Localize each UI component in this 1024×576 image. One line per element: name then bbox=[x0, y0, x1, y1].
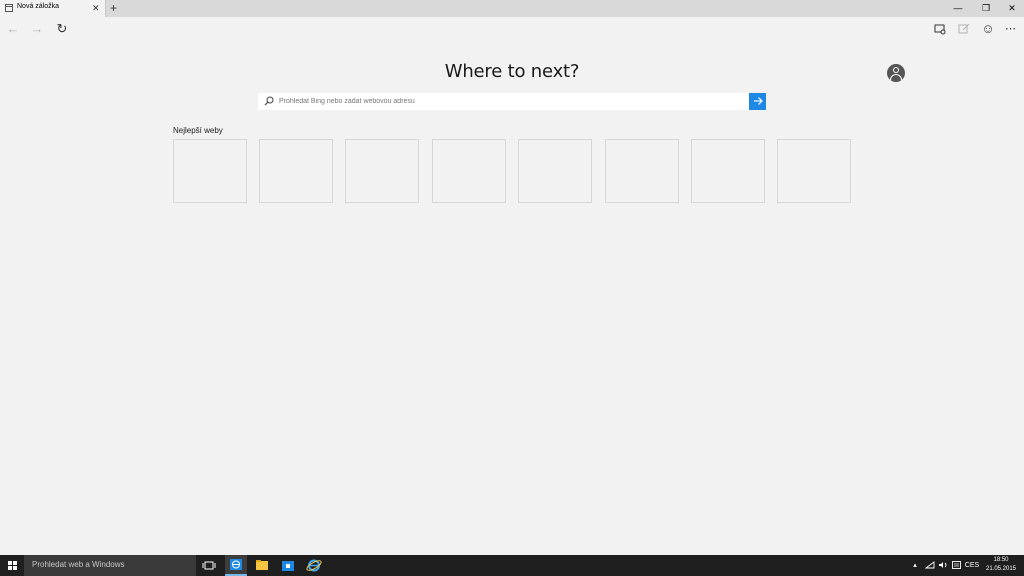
top-site-tile[interactable] bbox=[173, 139, 247, 203]
top-site-tile[interactable] bbox=[777, 139, 851, 203]
top-site-tile[interactable] bbox=[345, 139, 419, 203]
search-icon bbox=[264, 96, 274, 106]
more-actions-icon[interactable]: ⋯ bbox=[1000, 20, 1022, 38]
store-bag-icon bbox=[282, 561, 294, 571]
network-icon[interactable] bbox=[924, 555, 936, 576]
feedback-smiley-icon[interactable]: ☺ bbox=[977, 20, 999, 38]
close-window-button[interactable]: ✕ bbox=[998, 0, 1024, 17]
navigation-bar: ← → ↻ ☺ ⋯ bbox=[0, 17, 1024, 41]
avatar-body bbox=[890, 74, 902, 82]
taskbar-store[interactable] bbox=[277, 555, 299, 576]
tab-title: Nová záložka bbox=[17, 3, 60, 10]
task-view-icon bbox=[202, 561, 216, 570]
tab-new-tab[interactable]: Nová záložka ✕ bbox=[0, 0, 106, 17]
start-button[interactable] bbox=[0, 555, 24, 576]
windows-logo-part bbox=[13, 566, 17, 570]
taskbar-search[interactable]: Prohledat web a Windows bbox=[24, 555, 196, 576]
search-input[interactable] bbox=[279, 94, 739, 109]
forward-arrow-icon[interactable]: → bbox=[26, 20, 48, 38]
windows-logo-part bbox=[8, 566, 12, 570]
top-site-tile[interactable] bbox=[518, 139, 592, 203]
top-site-tile[interactable] bbox=[605, 139, 679, 203]
search-go-button[interactable] bbox=[749, 93, 766, 110]
avatar-head bbox=[893, 67, 899, 73]
edge-browser-icon bbox=[230, 559, 242, 570]
tab-close-icon[interactable]: ✕ bbox=[92, 2, 100, 14]
volume-icon[interactable] bbox=[937, 555, 949, 576]
windows-logo-icon bbox=[8, 561, 12, 565]
search-box bbox=[258, 93, 749, 110]
top-sites-title: Nejlepší weby bbox=[173, 126, 223, 135]
internet-explorer-icon bbox=[306, 559, 322, 572]
clock-time: 18:50 bbox=[993, 557, 1009, 563]
taskbar-file-explorer[interactable] bbox=[251, 555, 273, 576]
page-title: Where to next? bbox=[444, 61, 580, 82]
folder-icon bbox=[256, 560, 268, 570]
page-icon bbox=[5, 4, 13, 12]
top-sites-grid bbox=[173, 139, 853, 204]
arrow-right-icon bbox=[753, 97, 763, 105]
new-tab-plus-icon[interactable]: + bbox=[110, 0, 117, 16]
minimize-button[interactable]: — bbox=[944, 0, 972, 17]
top-site-tile[interactable] bbox=[259, 139, 333, 203]
clock-date: 21.05.2015 bbox=[985, 566, 1017, 572]
tab-bar: Nová záložka ✕ + — ❐ ✕ bbox=[0, 0, 1024, 17]
refresh-icon[interactable]: ↻ bbox=[51, 20, 73, 38]
notifications-icon[interactable] bbox=[950, 555, 962, 576]
input-language-indicator[interactable]: CES bbox=[963, 555, 981, 576]
top-site-tile[interactable] bbox=[691, 139, 765, 203]
web-note-icon[interactable] bbox=[953, 20, 975, 38]
taskbar: Prohledat web a Windows ▴ CES 18:50 21.0… bbox=[0, 555, 1024, 576]
taskbar-clock[interactable]: 18:50 21.05.2015 bbox=[982, 556, 1020, 574]
user-avatar-icon[interactable] bbox=[887, 64, 905, 82]
taskbar-internet-explorer[interactable] bbox=[303, 555, 325, 576]
reading-view-icon[interactable] bbox=[929, 20, 951, 38]
windows-logo-part bbox=[13, 561, 17, 565]
task-view-button[interactable] bbox=[198, 555, 220, 576]
restore-button[interactable]: ❐ bbox=[972, 0, 1000, 17]
show-hidden-icons-chevron[interactable]: ▴ bbox=[910, 555, 920, 576]
back-arrow-icon[interactable]: ← bbox=[2, 20, 24, 38]
taskbar-edge-app[interactable] bbox=[225, 555, 247, 576]
top-site-tile[interactable] bbox=[432, 139, 506, 203]
taskbar-search-placeholder: Prohledat web a Windows bbox=[32, 560, 125, 569]
